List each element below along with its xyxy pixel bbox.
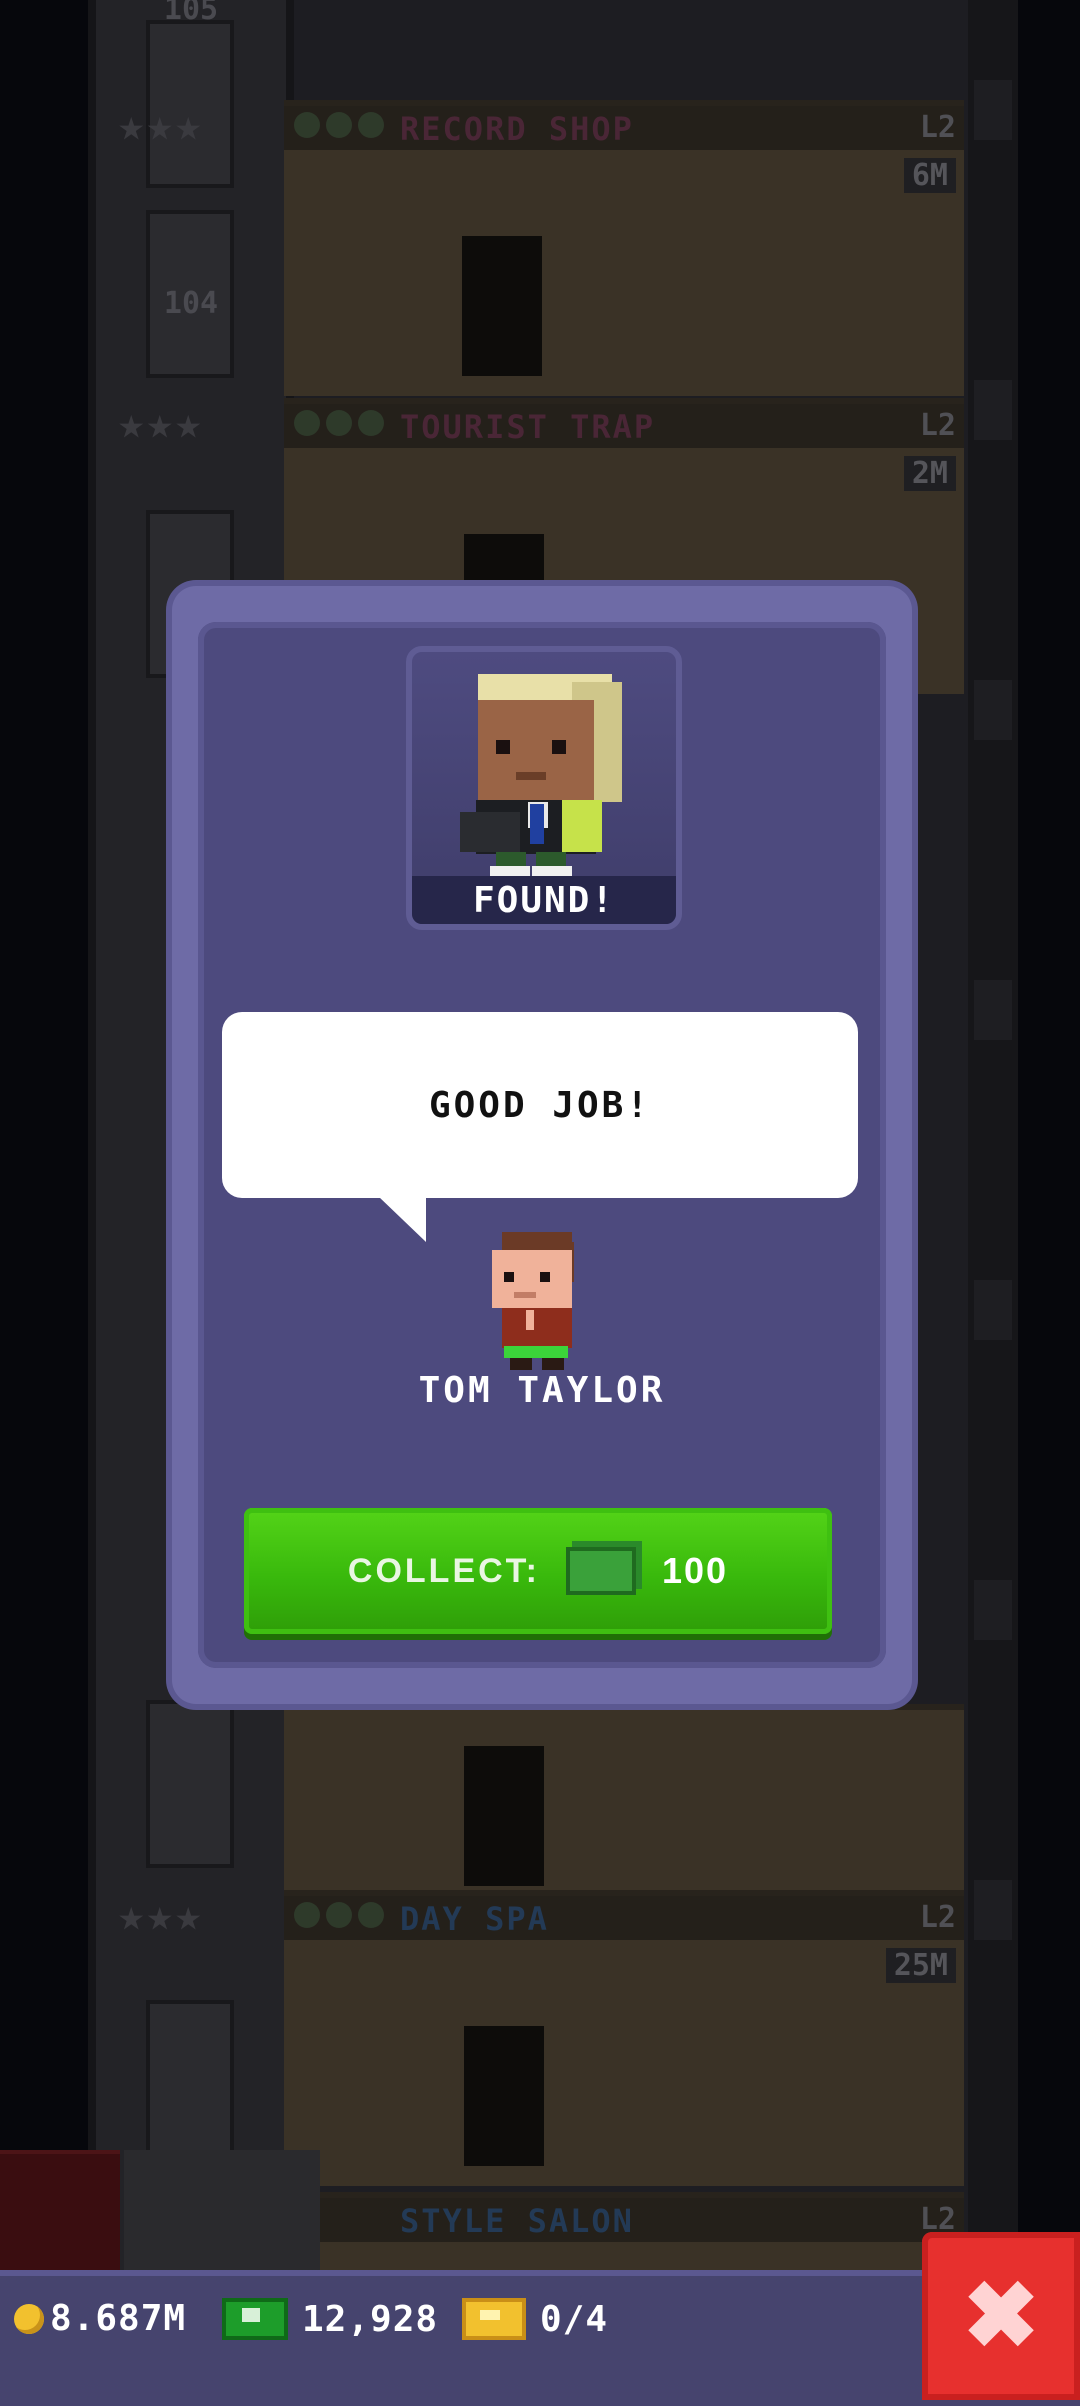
shop-header: STYLE SALON L2 (284, 2198, 964, 2242)
shop-status-icons (294, 410, 390, 442)
shop-door (464, 1746, 544, 1886)
shop-floor[interactable]: DAY SPA L2 25M (284, 1890, 964, 2186)
npc-name: TOM TAYLOR (418, 1370, 666, 1411)
shop-floor[interactable]: RECORD SHOP L2 6M (284, 100, 964, 396)
bux-value: 12,928 (302, 2298, 439, 2340)
shop-floor[interactable] (284, 1704, 964, 1896)
speech-bubble-tail (378, 1196, 426, 1242)
golden-ticket-icon (462, 2298, 526, 2340)
tickets-stat: 0/4 (462, 2298, 608, 2340)
coins-stat: 8.687M (14, 2298, 186, 2339)
shop-name: DAY SPA (400, 1900, 549, 1938)
shop-status-icons (294, 1902, 390, 1934)
shop-name: TOURIST TRAP (400, 408, 656, 446)
right-rail (968, 0, 1018, 2270)
shop-status-icons (294, 112, 390, 144)
speech-text: GOOD JOB! (428, 1084, 652, 1126)
found-label: FOUND! (412, 876, 676, 924)
floor-number: 104 (163, 286, 219, 321)
shop-header: RECORD SHOP L2 (284, 106, 964, 150)
vip-avatar-icon (460, 674, 622, 876)
speech-bubble: GOOD JOB! (222, 1012, 858, 1198)
shop-value: 6M (903, 158, 956, 193)
shop-floor[interactable]: STYLE SALON L2 (284, 2192, 964, 2276)
tickets-value: 0/4 (540, 2298, 609, 2340)
npc-avatar-icon (492, 1232, 574, 1370)
shop-name: STYLE SALON (400, 2202, 634, 2240)
shop-value: 25M (885, 1948, 956, 1983)
bux-stat: 12,928 (222, 2298, 438, 2340)
shop-level: L2 (919, 110, 956, 145)
tower-bux-icon (222, 2298, 288, 2340)
elevator-control-button[interactable] (0, 2150, 120, 2274)
bitizen-portrait: FOUND! (406, 646, 682, 930)
collect-label: COLLECT: (347, 1551, 540, 1590)
shop-header: TOURIST TRAP L2 (284, 404, 964, 448)
elevator-door (146, 1700, 234, 1868)
floor-number: 105 (163, 0, 219, 27)
shop-header: DAY SPA L2 (284, 1896, 964, 1940)
status-bar: 8.687M 12,928 0/4 (0, 2270, 1080, 2406)
shop-door (464, 2026, 544, 2166)
build-button[interactable] (124, 2150, 320, 2270)
star-rating-icon: ★★★ (118, 100, 204, 151)
close-icon: ✖ (962, 2265, 1040, 2367)
star-rating-icon: ★★★ (118, 398, 204, 449)
shop-level: L2 (919, 408, 956, 443)
collect-amount: 100 (662, 1550, 729, 1591)
shop-level: L2 (919, 1900, 956, 1935)
coins-value: 8.687M (50, 2298, 187, 2339)
star-rating-icon: ★★★ (118, 1890, 204, 1941)
tower-bux-icon (566, 1547, 636, 1595)
shop-door (462, 236, 542, 376)
collect-button[interactable]: COLLECT: 100 (244, 1508, 832, 1634)
close-button[interactable]: ✖ (922, 2232, 1080, 2400)
elevator-door (146, 2000, 234, 2168)
shop-name: RECORD SHOP (400, 110, 634, 148)
coin-icon (14, 2303, 44, 2334)
shop-value: 2M (903, 456, 956, 491)
